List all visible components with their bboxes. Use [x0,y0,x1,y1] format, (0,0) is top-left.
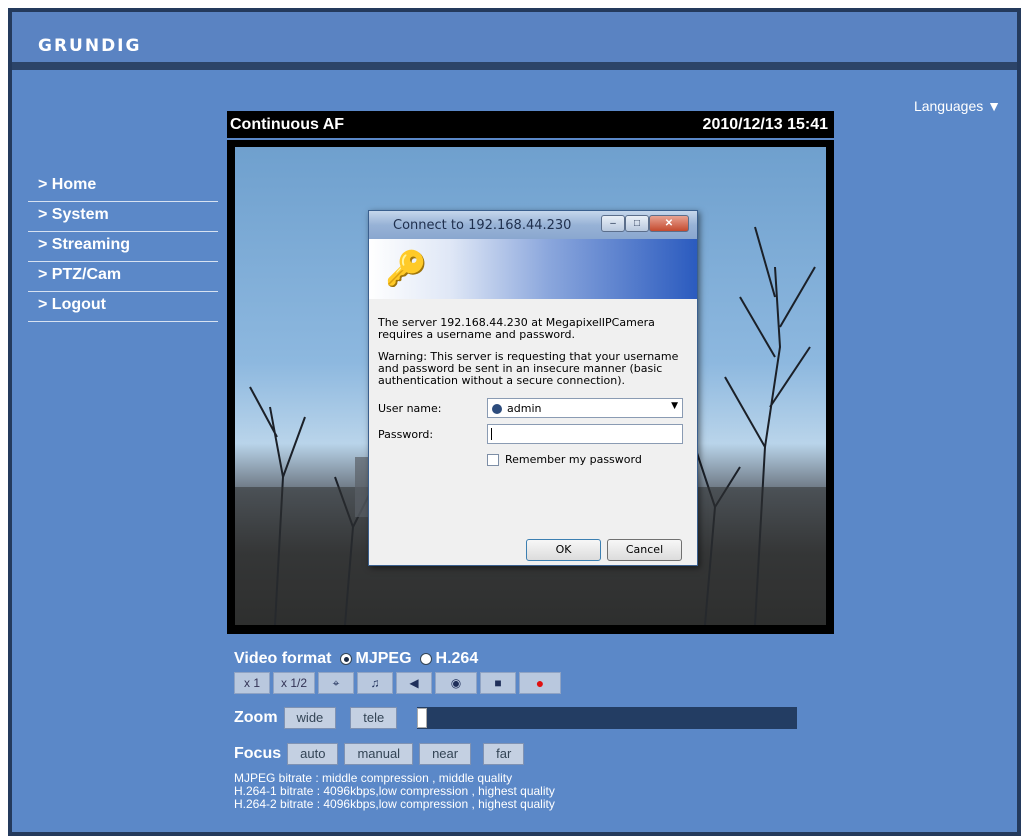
nav-home[interactable]: > Home [28,172,218,202]
dialog-title: Connect to 192.168.44.230 [393,218,572,233]
minimize-button[interactable]: – [601,215,625,232]
cancel-button[interactable]: Cancel [607,539,682,561]
h264-label: H.264 [435,650,479,667]
video-mode: Continuous AF [230,115,345,133]
video-toolbar: x 1 x 1/2 ⌖ ♫ ◀ ◉ ■ ● [234,672,841,696]
password-label: Password: [378,428,434,441]
focus-row: Focus auto manual near far [234,740,841,768]
dialog-message: The server 192.168.44.230 at MegapixelIP… [378,316,655,341]
focus-manual-button[interactable]: manual [344,743,414,765]
microphone-icon[interactable]: ♫ [357,672,393,694]
user-icon [492,404,502,414]
password-row: Password: [369,423,697,449]
chevron-down-icon: ▼ [671,401,678,411]
focus-far-button[interactable]: far [483,743,525,765]
remember-row: Remember my password [369,449,697,475]
remember-label: Remember my password [505,453,642,466]
h264-radio[interactable] [419,653,432,665]
login-dialog: Connect to 192.168.44.230 – □ ✕ 🔑 The se… [368,210,698,566]
languages-dropdown[interactable]: Languages ▼ [914,98,1001,114]
username-value: admin [507,402,542,415]
keys-icon: 🔑 [385,250,428,288]
speaker-icon[interactable]: ◀ [396,672,432,694]
dialog-titlebar: Connect to 192.168.44.230 – □ ✕ [369,211,697,239]
video-timestamp: 2010/12/13 15:41 [702,115,828,133]
focus-label: Focus [234,745,282,762]
close-button[interactable]: ✕ [649,215,689,232]
username-select[interactable]: admin ▼ [487,398,683,418]
mjpeg-label: MJPEG [355,650,412,667]
username-label: User name: [378,402,442,415]
zoom-slider-thumb[interactable] [417,708,428,728]
camera-icon[interactable]: ◉ [435,672,477,694]
ok-button[interactable]: OK [526,539,601,561]
video-title-bar: Continuous AF 2010/12/13 15:41 [227,111,834,138]
bitrate-info: MJPEG bitrate : middle compression , mid… [234,772,841,811]
page-frame: GRUNDIG Languages ▼ > Home > System > St… [8,8,1021,836]
grundig-logo: GRUNDIG [38,36,142,56]
zoom-tele-button[interactable]: tele [350,707,398,729]
username-row: User name: admin ▼ [369,397,697,423]
mjpeg-radio[interactable] [339,653,352,665]
zoom-x1-button[interactable]: x 1 [234,672,270,694]
checkbox-box[interactable] [487,453,499,466]
maximize-button[interactable]: □ [625,215,649,232]
nav-streaming[interactable]: > Streaming [28,232,218,262]
record-icon[interactable]: ● [519,672,561,694]
nav-ptz-cam[interactable]: > PTZ/Cam [28,262,218,292]
zoom-wide-button[interactable]: wide [283,707,337,729]
header: GRUNDIG [12,12,1017,70]
zoom-slider[interactable] [417,707,798,729]
password-input[interactable] [487,424,683,444]
dialog-warning: Warning: This server is requesting that … [378,350,679,387]
video-format-label: Video format [234,650,332,667]
h264-2-bitrate-text: H.264-2 bitrate : 4096kbps,low compressi… [234,797,555,811]
stop-icon[interactable]: ■ [480,672,516,694]
remember-password-checkbox[interactable]: Remember my password [487,453,642,466]
controls-panel: Video format MJPEG H.264 x 1 x 1/2 ⌖ ♫ ◀… [234,648,841,811]
nav-logout[interactable]: > Logout [28,292,218,322]
zoom-row: Zoom wide tele [234,704,841,732]
nav-system[interactable]: > System [28,202,218,232]
focus-near-button[interactable]: near [419,743,472,765]
dialog-banner: 🔑 [369,239,697,299]
dialog-body: The server 192.168.44.230 at MegapixelIP… [369,299,697,387]
zoom-label: Zoom [234,709,278,726]
fullscreen-icon[interactable]: ⌖ [318,672,354,694]
sidebar-nav: > Home > System > Streaming > PTZ/Cam > … [28,172,218,322]
focus-auto-button[interactable]: auto [287,743,339,765]
zoom-x-half-button[interactable]: x 1/2 [273,672,315,694]
video-format-row: Video format MJPEG H.264 [234,648,841,670]
